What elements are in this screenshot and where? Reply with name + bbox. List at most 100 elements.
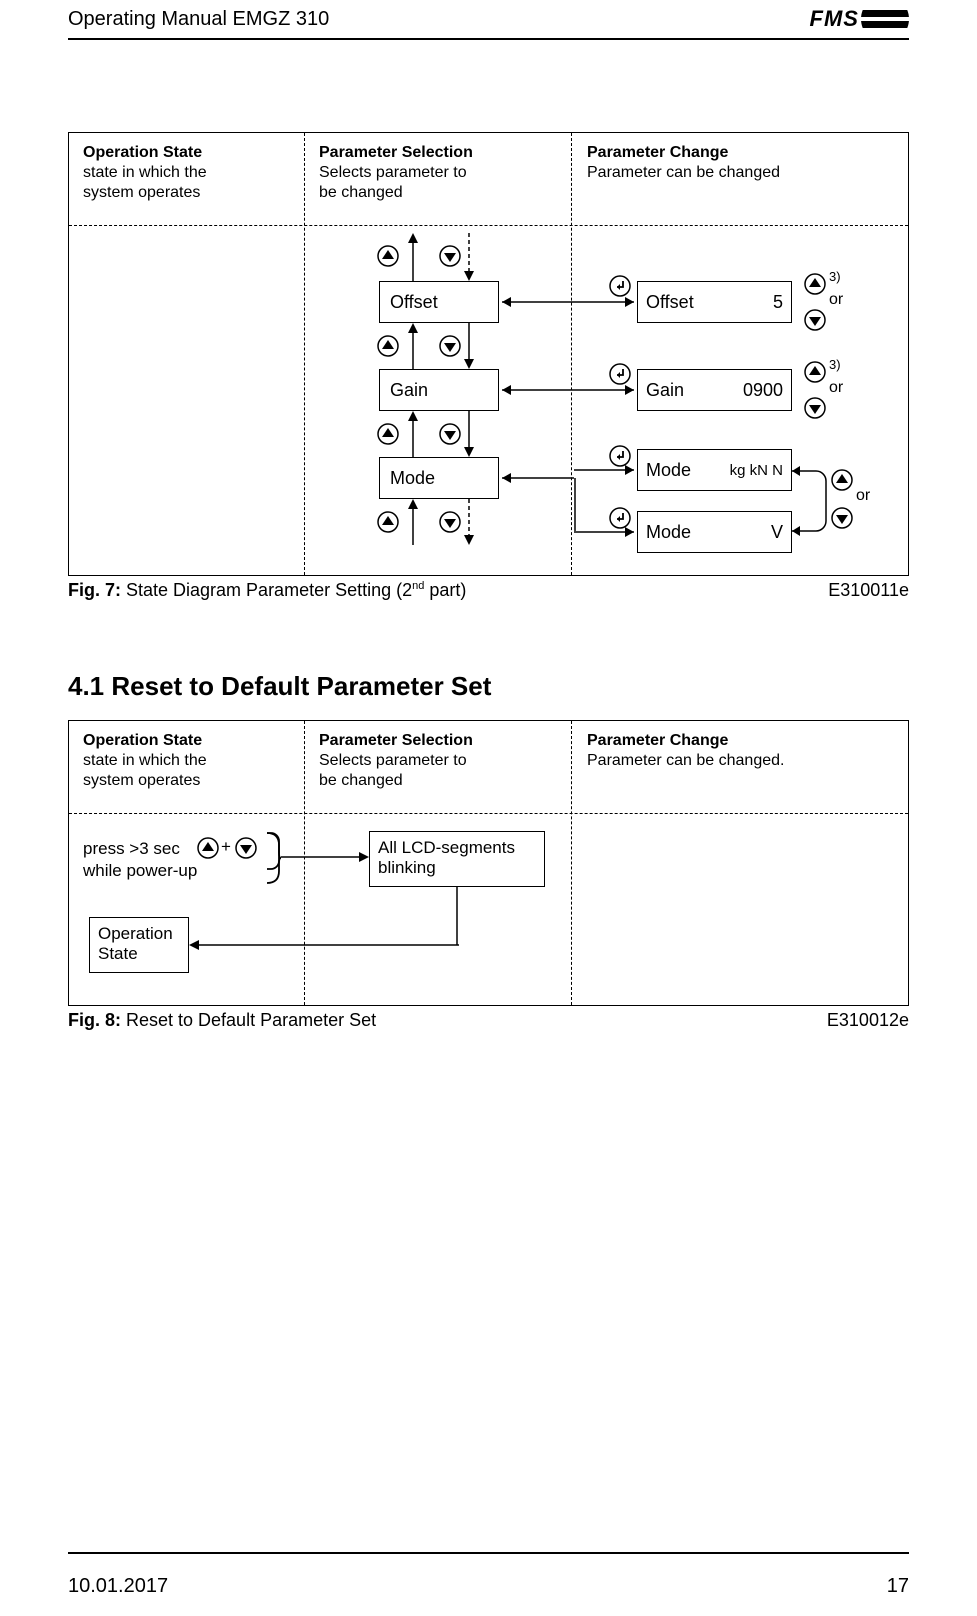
lcd-blink-box: All LCD-segments blinking	[369, 831, 545, 887]
label: Offset	[390, 292, 438, 313]
label: Gain	[390, 380, 428, 401]
enter-key-icon	[609, 275, 631, 297]
figure-7: Operation State state in which the syste…	[68, 132, 909, 576]
up-button-icon	[804, 361, 826, 383]
figure-8: Operation State state in which the syste…	[68, 720, 909, 1006]
loop-connector-icon	[792, 461, 830, 541]
up-button-icon	[831, 469, 853, 491]
column-desc: system operates	[83, 184, 200, 201]
figure-7-caption: Fig. 7: State Diagram Parameter Setting …	[68, 580, 909, 601]
column-desc: Parameter can be changed.	[587, 752, 784, 769]
label: Mode	[646, 460, 691, 481]
down-button-icon	[439, 245, 461, 267]
dashed-arrow-down-icon	[461, 499, 477, 545]
column-divider	[571, 721, 572, 1005]
column-header-parameter-change: Parameter Change Parameter can be change…	[587, 143, 867, 183]
column-title: Parameter Selection	[319, 732, 473, 749]
column-desc: system operates	[83, 772, 200, 789]
label: All LCD-segments	[378, 838, 536, 858]
label: Mode	[390, 468, 435, 489]
caption-text: Reset to Default Parameter Set	[121, 1010, 376, 1030]
label: Gain	[646, 380, 684, 401]
or-label: or	[829, 291, 843, 309]
param-gain-value: Gain 0900	[637, 369, 792, 411]
enter-key-icon	[609, 363, 631, 385]
or-label: or	[856, 487, 870, 505]
row-divider	[69, 225, 908, 226]
arrow-left-icon	[499, 469, 577, 487]
up-button-icon	[377, 245, 399, 267]
arrow-up-icon	[405, 323, 421, 369]
label: Mode	[646, 522, 691, 543]
label: Operation	[98, 924, 180, 944]
param-mode-units: Mode kg kN N	[637, 449, 792, 491]
arrow-down-icon	[461, 323, 477, 369]
column-divider	[304, 133, 305, 575]
column-title: Parameter Change	[587, 732, 728, 749]
down-button-icon	[831, 507, 853, 529]
arrow-right-icon	[281, 849, 369, 865]
down-button-icon	[439, 423, 461, 445]
operation-state-box: Operation State	[89, 917, 189, 973]
column-header-operation-state: Operation State state in which the syste…	[83, 731, 293, 791]
param-gain: Gain	[379, 369, 499, 411]
footnote-ref: 3)	[829, 357, 841, 372]
column-divider	[571, 133, 572, 575]
column-desc: be changed	[319, 772, 403, 789]
caption-code: E310011e	[828, 580, 909, 601]
row-divider	[69, 813, 908, 814]
label: while power-up	[83, 861, 197, 880]
press-instruction: while power-up	[83, 861, 197, 881]
arrow-up-icon	[405, 499, 421, 545]
logo-text: FMS	[810, 6, 859, 32]
footer-date: 10.01.2017	[68, 1575, 168, 1598]
column-header-parameter-selection: Parameter Selection Selects parameter to…	[319, 143, 549, 203]
arrow-left-icon	[189, 937, 465, 953]
column-header-parameter-selection: Parameter Selection Selects parameter to…	[319, 731, 549, 791]
down-button-icon	[804, 397, 826, 419]
arrow-up-icon	[405, 411, 421, 457]
column-header-parameter-change: Parameter Change Parameter can be change…	[587, 731, 887, 771]
column-desc: Selects parameter to	[319, 752, 467, 769]
value: kg kN N	[730, 462, 783, 479]
value: 5	[773, 292, 783, 313]
label: Offset	[646, 292, 694, 313]
figure-8-caption: Fig. 8: Reset to Default Parameter Set E…	[68, 1010, 909, 1031]
label: press >3 sec	[83, 839, 180, 858]
up-button-icon	[377, 335, 399, 357]
dashed-arrow-down-icon	[461, 233, 477, 281]
caption-text: part)	[424, 580, 466, 600]
plus-label: +	[221, 837, 231, 857]
label: State	[98, 944, 180, 964]
section-heading-4-1: 4.1 Reset to Default Parameter Set	[68, 671, 909, 702]
param-mode-v: Mode V	[637, 511, 792, 553]
header-title: Operating Manual EMGZ 310	[68, 8, 329, 31]
up-button-icon	[804, 273, 826, 295]
column-desc: Selects parameter to	[319, 164, 467, 181]
enter-key-icon	[609, 507, 631, 529]
footer-page-number: 17	[887, 1575, 909, 1598]
press-instruction: press >3 sec	[83, 839, 180, 859]
or-label: or	[829, 379, 843, 397]
caption-prefix: Fig. 7:	[68, 580, 121, 600]
column-desc: state in which the	[83, 752, 207, 769]
caption-prefix: Fig. 8:	[68, 1010, 121, 1030]
down-button-icon	[439, 511, 461, 533]
footnote-ref: 3)	[829, 269, 841, 284]
column-desc: Parameter can be changed	[587, 164, 780, 181]
down-button-icon	[439, 335, 461, 357]
up-button-icon	[377, 511, 399, 533]
logo-icon	[861, 10, 909, 28]
value: V	[771, 522, 783, 543]
footer-rule	[68, 1552, 909, 1554]
param-mode: Mode	[379, 457, 499, 499]
column-title: Operation State	[83, 144, 202, 161]
enter-key-icon	[609, 445, 631, 467]
value: 0900	[743, 380, 783, 401]
column-desc: state in which the	[83, 164, 207, 181]
ordinal-suffix: nd	[412, 580, 424, 592]
logo: FMS	[810, 6, 909, 32]
up-button-icon	[197, 837, 219, 859]
up-button-icon	[377, 423, 399, 445]
label: blinking	[378, 858, 536, 878]
